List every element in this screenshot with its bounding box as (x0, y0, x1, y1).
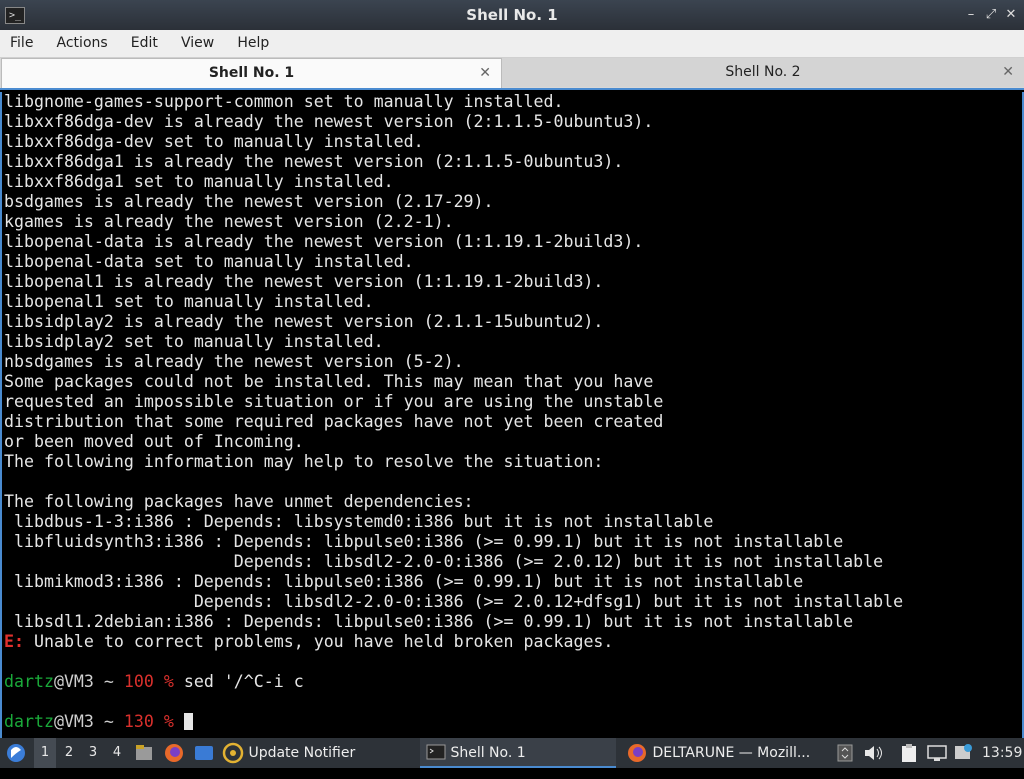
taskbar: 1 2 3 4 Update Notifier Shell No. 1 DELT… (0, 738, 1024, 768)
tab-underline (0, 88, 1024, 90)
terminal-line: libxxf86dga1 set to manually installed. (4, 172, 394, 191)
terminal-line: libdbus-1-3:i386 : Depends: libsystemd0:… (4, 512, 714, 531)
close-window-button[interactable]: ✕ (1002, 5, 1020, 25)
menu-bar: File Actions Edit View Help (0, 30, 1024, 58)
terminal-line: bsdgames is already the newest version (… (4, 192, 494, 211)
tab-label: Shell No. 1 (208, 65, 295, 81)
terminal-line: The following packages have unmet depend… (4, 492, 474, 511)
terminal-line: libopenal1 is already the newest version… (4, 272, 604, 291)
terminal-line: libgnome-games-support-common set to man… (4, 92, 564, 111)
terminal-line: libfluidsynth3:i386 : Depends: libpulse0… (4, 532, 844, 551)
task-label: Update Notifier (248, 745, 356, 761)
prompt-exit-code: 130 % (123, 712, 174, 731)
tab-label: Shell No. 2 (725, 64, 801, 80)
desktop-icon[interactable] (193, 738, 215, 768)
error-text: Unable to correct problems, you have hel… (23, 632, 614, 651)
task-shell-no-1[interactable]: Shell No. 1 (420, 738, 616, 768)
maximize-button[interactable]: ⤢ (982, 5, 1000, 25)
start-menu-icon[interactable] (4, 738, 28, 768)
window-titlebar: >_ Shell No. 1 – ⤢ ✕ (0, 0, 1024, 30)
menu-file[interactable]: File (0, 30, 42, 56)
terminal-line: libxxf86dga-dev is already the newest ve… (4, 112, 654, 131)
firefox-launcher-icon[interactable] (163, 738, 185, 768)
terminal-line: kgames is already the newest version (2.… (4, 212, 454, 231)
workspace-1[interactable]: 1 (34, 738, 56, 768)
firefox-icon (628, 744, 646, 762)
prompt-command (174, 712, 184, 731)
text-cursor (183, 713, 193, 730)
tab-close-icon[interactable]: ✕ (479, 59, 491, 88)
terminal-output-lines: libgnome-games-support-common set to man… (4, 92, 903, 631)
terminal-line: libsidplay2 is already the newest versio… (4, 312, 604, 331)
volume-icon[interactable] (862, 738, 884, 768)
terminal-line: Some packages could not be installed. Th… (4, 372, 654, 391)
tab-shell-2[interactable]: Shell No. 2 ✕ (501, 58, 1024, 87)
terminal-line: libsidplay2 set to manually installed. (4, 332, 384, 351)
tab-shell-1[interactable]: Shell No. 1 ✕ (1, 58, 502, 88)
terminal-line: libmikmod3:i386 : Depends: libpulse0:i38… (4, 572, 804, 591)
update-tray-icon[interactable] (952, 738, 974, 768)
tab-bar: Shell No. 1 ✕ Shell No. 2 ✕ (0, 58, 1024, 88)
workspace-2[interactable]: 2 (58, 738, 80, 768)
workspace-3[interactable]: 3 (82, 738, 104, 768)
menu-view[interactable]: View (172, 30, 223, 56)
clock[interactable]: 13:59 (982, 738, 1022, 768)
terminal-line: Depends: libsdl2-2.0-0:i386 (>= 2.0.12) … (4, 552, 884, 571)
file-manager-icon[interactable] (134, 738, 154, 768)
terminal-area[interactable]: libgnome-games-support-common set to man… (0, 92, 1024, 738)
prompt-command: sed '/^C-i c (173, 672, 304, 691)
tray-scroll-icon[interactable] (834, 738, 856, 768)
terminal-line: or been moved out of Incoming. (4, 432, 304, 451)
terminal-line: libxxf86dga-dev set to manually installe… (4, 132, 424, 151)
menu-edit[interactable]: Edit (122, 30, 167, 56)
window-title: Shell No. 1 (466, 6, 558, 24)
task-label: Shell No. 1 (450, 745, 526, 761)
terminal-line: libsdl1.2debian:i386 : Depends: libpulse… (4, 612, 854, 631)
terminal-line: nbsdgames is already the newest version … (4, 352, 464, 371)
terminal-line: requested an impossible situation or if … (4, 392, 664, 411)
menu-actions[interactable]: Actions (48, 30, 117, 56)
terminal-line: Depends: libsdl2-2.0-0:i386 (>= 2.0.12+d… (4, 592, 904, 611)
prompt-user: dartz (4, 712, 54, 731)
network-icon[interactable] (926, 738, 948, 768)
workspace-4[interactable]: 4 (106, 738, 128, 768)
prompt-host: @VM3 ~ (53, 672, 124, 691)
task-label: DELTARUNE — Mozill... (652, 745, 811, 761)
terminal-icon (426, 744, 446, 760)
terminal-line: libopenal-data set to manually installed… (4, 252, 414, 271)
terminal-line: libopenal1 set to manually installed. (4, 292, 374, 311)
terminal-line: libxxf86dga1 is already the newest versi… (4, 152, 624, 171)
minimize-button[interactable]: – (962, 5, 980, 25)
task-update-notifier[interactable]: Update Notifier (222, 738, 412, 768)
prompt-host: @VM3 ~ (53, 712, 124, 731)
prompt-exit-code: 100 % (123, 672, 174, 691)
tab-close-icon[interactable]: ✕ (1002, 58, 1014, 87)
task-deltarune-firefox[interactable]: DELTARUNE — Mozill... (626, 738, 816, 768)
clipboard-icon[interactable] (898, 738, 920, 768)
terminal-line: libopenal-data is already the newest ver… (4, 232, 644, 251)
terminal-output: libgnome-games-support-common set to man… (2, 92, 1022, 732)
prompt-user: dartz (4, 672, 54, 691)
menu-help[interactable]: Help (228, 30, 278, 56)
terminal-line: The following information may help to re… (4, 452, 604, 471)
terminal-line: distribution that some required packages… (4, 412, 664, 431)
error-prefix: E: (4, 632, 24, 651)
update-notifier-icon (222, 742, 244, 764)
